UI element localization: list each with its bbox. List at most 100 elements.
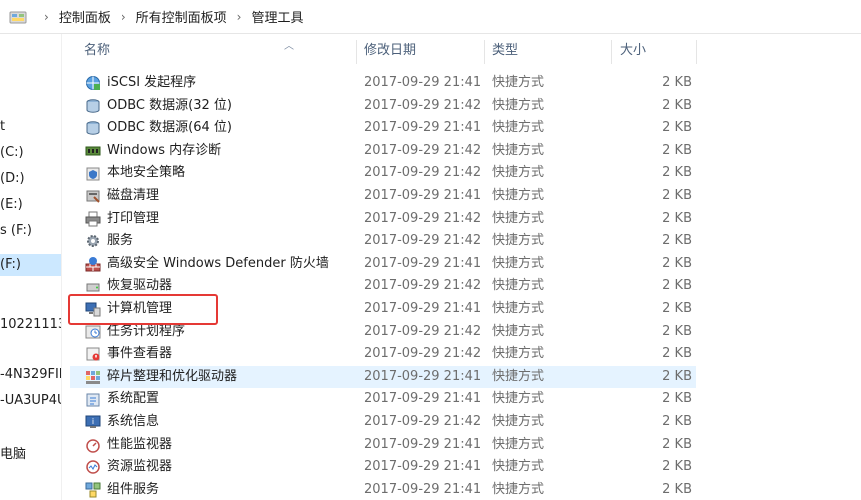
disk-icon — [84, 187, 102, 205]
file-size: 2 KB — [662, 481, 692, 497]
file-name: 本地安全策略 — [107, 165, 186, 181]
breadcrumb-all-items[interactable]: 所有控制面板项 — [136, 7, 227, 26]
file-type: 快捷方式 — [492, 346, 545, 362]
file-name-cell[interactable]: 高级安全 Windows Defender 防火墙 — [84, 253, 329, 276]
file-type: 快捷方式 — [492, 187, 545, 203]
nav-item-this-pc[interactable]: 电脑 — [0, 444, 26, 466]
nav-item-network-1[interactable]: 102211138 — [0, 314, 61, 336]
file-type: 快捷方式 — [492, 255, 545, 271]
file-row[interactable]: 组件服务 2017-09-29 21:41 快捷方式 2 KB — [70, 479, 696, 500]
file-size: 2 KB — [662, 75, 692, 90]
file-name-cell[interactable]: Windows 内存诊断 — [84, 140, 221, 163]
file-row[interactable]: 服务 2017-09-29 21:42 快捷方式 2 KB — [70, 230, 696, 253]
file-name-cell[interactable]: 计算机管理 — [84, 298, 172, 321]
address-bar[interactable]: › 控制面板 › 所有控制面板项 › 管理工具 — [0, 0, 861, 34]
breadcrumb-control-panel[interactable]: 控制面板 — [59, 7, 111, 26]
file-date: 2017-09-29 21:42 — [364, 142, 482, 158]
file-size: 2 KB — [662, 300, 692, 316]
chevron-right-icon[interactable]: › — [121, 10, 126, 24]
file-name-cell[interactable]: 碎片整理和优化驱动器 — [84, 366, 237, 389]
file-name-cell[interactable]: 服务 — [84, 230, 133, 253]
file-row[interactable]: 磁盘清理 2017-09-29 21:41 快捷方式 2 KB — [70, 185, 696, 208]
file-row[interactable]: 本地安全策略 2017-09-29 21:42 快捷方式 2 KB — [70, 162, 696, 185]
file-row[interactable]: iSCSI 发起程序 2017-09-29 21:41 快捷方式 2 KB — [70, 72, 696, 95]
file-row[interactable]: 系统配置 2017-09-29 21:41 快捷方式 2 KB — [70, 388, 696, 411]
file-row[interactable]: 性能监视器 2017-09-29 21:41 快捷方式 2 KB — [70, 434, 696, 457]
file-row[interactable]: 资源监视器 2017-09-29 21:41 快捷方式 2 KB — [70, 456, 696, 479]
file-name-cell[interactable]: ODBC 数据源(32 位) — [84, 95, 232, 118]
file-name: ODBC 数据源(32 位) — [107, 97, 232, 113]
column-name[interactable]: 名称 — [70, 34, 356, 68]
printer-icon — [84, 210, 102, 228]
column-divider[interactable] — [696, 40, 697, 64]
nav-item[interactable]: t — [0, 116, 5, 138]
file-name: 计算机管理 — [107, 300, 173, 316]
file-date: 2017-09-29 21:41 — [364, 436, 482, 452]
file-type: 快捷方式 — [492, 413, 545, 429]
nav-item-drive-f[interactable]: s (F:) — [0, 220, 32, 242]
file-name-cell[interactable]: 打印管理 — [84, 208, 159, 231]
file-date: 2017-09-29 21:41 — [364, 391, 482, 407]
file-date: 2017-09-29 21:42 — [364, 346, 482, 362]
file-name: 高级安全 Windows Defender 防火墙 — [107, 255, 329, 271]
breadcrumb-admin-tools[interactable]: 管理工具 — [251, 7, 303, 26]
file-date: 2017-09-29 21:41 — [364, 255, 482, 271]
info-icon: i — [84, 413, 102, 431]
component-icon — [84, 481, 102, 499]
nav-item-network-2[interactable]: -4N329FIF — [0, 364, 61, 386]
file-name: ODBC 数据源(64 位) — [107, 120, 232, 136]
drive-icon — [84, 278, 102, 296]
clock-icon — [84, 323, 102, 341]
file-name: 组件服务 — [107, 481, 160, 497]
nav-item-drive-e[interactable]: (E:) — [0, 194, 23, 216]
file-name-cell[interactable]: 资源监视器 — [84, 456, 172, 479]
nav-item-drive-c[interactable]: (C:) — [0, 142, 24, 164]
file-date: 2017-09-29 21:42 — [364, 165, 482, 181]
column-size[interactable]: 大小 — [606, 34, 696, 68]
column-date[interactable]: 修改日期 — [350, 34, 484, 68]
file-row[interactable]: 计算机管理 2017-09-29 21:41 快捷方式 2 KB — [70, 298, 696, 321]
file-type: 快捷方式 — [492, 233, 545, 249]
file-row[interactable]: 打印管理 2017-09-29 21:42 快捷方式 2 KB — [70, 208, 696, 231]
file-type: 快捷方式 — [492, 323, 545, 339]
file-row[interactable]: i 系统信息 2017-09-29 21:42 快捷方式 2 KB — [70, 411, 696, 434]
file-row[interactable]: 恢复驱动器 2017-09-29 21:42 快捷方式 2 KB — [70, 275, 696, 298]
file-size: 2 KB — [662, 142, 692, 158]
column-header: ︿ 名称 修改日期 类型 大小 — [70, 34, 861, 68]
file-size: 2 KB — [662, 436, 692, 452]
file-name-cell[interactable]: 磁盘清理 — [84, 185, 159, 208]
file-name: 碎片整理和优化驱动器 — [107, 368, 238, 384]
file-row[interactable]: 事件查看器 2017-09-29 21:42 快捷方式 2 KB — [70, 343, 696, 366]
file-type: 快捷方式 — [492, 459, 545, 475]
file-row[interactable]: 任务计划程序 2017-09-29 21:42 快捷方式 2 KB — [70, 321, 696, 344]
file-row[interactable]: ODBC 数据源(32 位) 2017-09-29 21:42 快捷方式 2 KB — [70, 95, 696, 118]
file-type: 快捷方式 — [492, 300, 545, 316]
gauge-icon — [84, 436, 102, 454]
nav-item-network-3[interactable]: -UA3UP4U — [0, 390, 61, 412]
file-type: 快捷方式 — [492, 120, 545, 136]
file-date: 2017-09-29 21:42 — [364, 97, 482, 113]
nav-item-drive-d[interactable]: (D:) — [0, 168, 25, 190]
file-size: 2 KB — [662, 368, 692, 384]
file-name-cell[interactable]: 恢复驱动器 — [84, 275, 172, 298]
file-row[interactable]: 高级安全 Windows Defender 防火墙 2017-09-29 21:4… — [70, 253, 696, 276]
file-size: 2 KB — [662, 120, 692, 136]
file-name-cell[interactable]: i 系统信息 — [84, 411, 159, 434]
nav-item-drive-f-selected[interactable]: (F:) — [0, 254, 61, 276]
file-name-cell[interactable]: 任务计划程序 — [84, 321, 185, 344]
file-date: 2017-09-29 21:41 — [364, 481, 482, 497]
chevron-right-icon[interactable]: › — [237, 10, 242, 24]
file-name-cell[interactable]: 事件查看器 — [84, 343, 172, 366]
file-name-cell[interactable]: 本地安全策略 — [84, 162, 185, 185]
file-name-cell[interactable]: iSCSI 发起程序 — [84, 72, 196, 95]
file-name-cell[interactable]: ODBC 数据源(64 位) — [84, 117, 232, 140]
column-type[interactable]: 类型 — [478, 34, 608, 68]
file-row[interactable]: Windows 内存诊断 2017-09-29 21:42 快捷方式 2 KB — [70, 140, 696, 163]
svg-text:i: i — [92, 417, 94, 426]
gear-icon — [84, 232, 102, 250]
file-name-cell[interactable]: 组件服务 — [84, 479, 159, 500]
file-name-cell[interactable]: 系统配置 — [84, 388, 159, 411]
file-row[interactable]: 碎片整理和优化驱动器 2017-09-29 21:41 快捷方式 2 KB — [70, 365, 696, 389]
file-row[interactable]: ODBC 数据源(64 位) 2017-09-29 21:41 快捷方式 2 KB — [70, 117, 696, 140]
file-name-cell[interactable]: 性能监视器 — [84, 434, 172, 457]
